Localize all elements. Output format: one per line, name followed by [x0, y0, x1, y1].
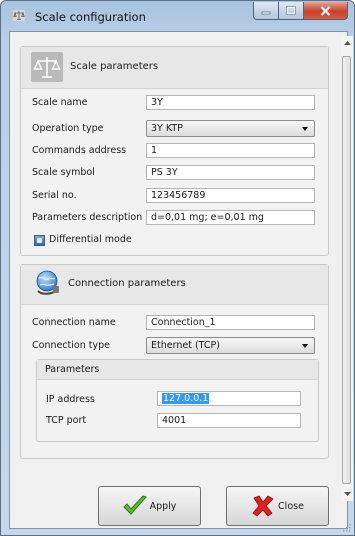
operation-type-label: Operation type	[32, 123, 104, 134]
chevron-down-icon	[302, 127, 308, 131]
apply-button[interactable]: Apply	[98, 486, 201, 526]
red-x-icon	[252, 495, 274, 517]
apply-button-label: Apply	[149, 500, 177, 512]
chevron-down-icon	[302, 344, 308, 348]
connection-name-label: Connection name	[32, 317, 116, 328]
connection-parameters-title: Connection parameters	[68, 278, 186, 289]
close-button-label: Close	[278, 500, 304, 512]
connection-parameters-panel: Connection parameters Connection name Co…	[20, 264, 329, 459]
scale-name-input[interactable]: 3Y	[146, 95, 315, 110]
operation-type-value: 3Y KTP	[151, 123, 183, 134]
scale-name-label: Scale name	[32, 97, 88, 108]
tcp-port-label: TCP port	[46, 415, 87, 426]
green-check-icon	[122, 495, 147, 515]
parameters-description-input[interactable]: d=0,01 mg; e=0,01 mg	[146, 210, 315, 225]
scale-parameters-panel: Scale parameters Scale name 3Y Operation…	[20, 46, 329, 256]
serial-no-label: Serial no.	[32, 190, 77, 201]
resize-grip-icon[interactable]	[341, 522, 351, 532]
ip-address-input[interactable]: 127.0.0.1	[157, 391, 301, 406]
maximize-icon	[286, 6, 296, 15]
window-title: Scale configuration	[35, 10, 146, 24]
minimize-icon	[261, 11, 271, 14]
parameters-group: Parameters IP address 127.0.0.1 TCP port…	[36, 359, 319, 442]
close-icon	[320, 5, 331, 16]
connection-type-value: Ethernet (TCP)	[151, 340, 220, 351]
minimize-button[interactable]	[253, 2, 279, 20]
differential-mode-label[interactable]: Differential mode	[49, 234, 132, 245]
scroll-up-arrow-icon[interactable]	[341, 37, 353, 49]
scales-icon	[31, 52, 63, 82]
scale-symbol-label: Scale symbol	[32, 167, 95, 178]
scrollbar-thumb[interactable]	[342, 56, 351, 484]
serial-no-input[interactable]: 123456789	[146, 188, 315, 203]
parameters-group-header: Parameters	[37, 360, 318, 380]
scroll-down-arrow-icon[interactable]	[341, 488, 353, 500]
tcp-port-input[interactable]: 4001	[157, 413, 301, 428]
ip-address-value: 127.0.0.1	[162, 393, 210, 404]
connection-type-select[interactable]: Ethernet (TCP)	[146, 337, 315, 354]
scale-parameters-title: Scale parameters	[70, 61, 159, 72]
scale-configuration-window: Scale configuration Scale parameters Sca…	[0, 0, 355, 536]
globe-connection-icon	[36, 270, 59, 295]
parameters-group-title: Parameters	[45, 364, 100, 375]
differential-mode-checkbox[interactable]	[34, 235, 45, 246]
connection-type-label: Connection type	[32, 340, 110, 351]
title-bar[interactable]: Scale configuration	[1, 1, 354, 31]
maximize-button[interactable]	[279, 2, 304, 20]
operation-type-select[interactable]: 3Y KTP	[146, 120, 315, 137]
commands-address-input[interactable]: 1	[146, 143, 315, 158]
close-button[interactable]: Close	[226, 486, 329, 526]
connection-parameters-header: Connection parameters	[21, 265, 328, 305]
parameters-description-label: Parameters description	[32, 212, 143, 223]
scale-parameters-header: Scale parameters	[21, 47, 328, 89]
commands-address-label: Commands address	[32, 145, 127, 156]
scale-symbol-input[interactable]: PS 3Y	[146, 165, 315, 180]
ip-address-label: IP address	[46, 394, 95, 405]
scales-app-icon	[13, 10, 25, 21]
connection-name-input[interactable]: Connection_1	[146, 315, 315, 330]
close-window-button[interactable]	[304, 2, 348, 20]
vertical-scrollbar[interactable]	[341, 36, 353, 501]
